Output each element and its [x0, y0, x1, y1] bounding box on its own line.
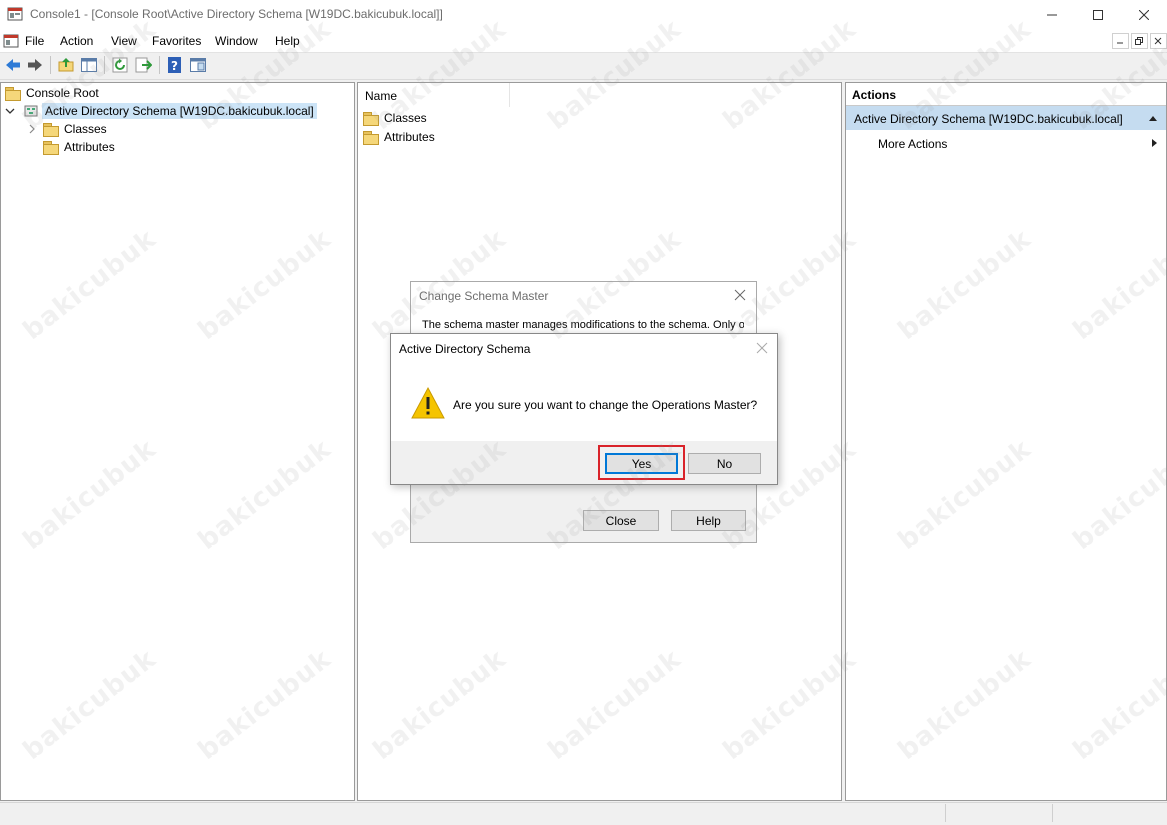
- menu-window[interactable]: Window: [215, 34, 258, 48]
- help-icon[interactable]: ?: [166, 56, 184, 74]
- menu-file[interactable]: File: [25, 34, 44, 48]
- dialog-close-button[interactable]: [730, 286, 750, 304]
- restore-icon: [1135, 37, 1143, 45]
- chevron-right-icon[interactable]: [27, 124, 37, 134]
- chevron-down-icon[interactable]: [5, 106, 15, 116]
- svg-text:?: ?: [171, 59, 178, 73]
- tree-item-attributes[interactable]: Attributes: [43, 138, 115, 156]
- menu-help[interactable]: Help: [275, 34, 300, 48]
- close-icon: [734, 289, 746, 301]
- menu-favorites[interactable]: Favorites: [152, 34, 201, 48]
- menu-action[interactable]: Action: [60, 34, 93, 48]
- status-divider: [1052, 804, 1053, 822]
- no-button[interactable]: No: [688, 453, 761, 474]
- list-item[interactable]: Attributes: [363, 128, 435, 146]
- folder-icon: [5, 86, 21, 101]
- mdi-close-button[interactable]: [1150, 33, 1167, 49]
- close-icon: [1154, 37, 1162, 45]
- tree-item-console-root[interactable]: Console Root: [5, 84, 99, 102]
- maximize-button[interactable]: [1075, 0, 1121, 30]
- list-item-label: Attributes: [384, 130, 435, 144]
- folder-icon: [43, 140, 59, 155]
- refresh-icon[interactable]: [111, 56, 129, 74]
- dialog-close-button[interactable]: [753, 339, 771, 357]
- tree-item-label: Attributes: [64, 140, 115, 154]
- folder-icon: [363, 130, 379, 145]
- tree-item-schema[interactable]: Active Directory Schema [W19DC.bakicubuk…: [5, 102, 317, 120]
- list-item[interactable]: Classes: [363, 109, 427, 127]
- minimize-icon: [1047, 14, 1057, 16]
- console-tree-pane: Console Root Active Directory Schema [W1…: [0, 82, 355, 801]
- actions-header-label: Actions: [852, 88, 897, 102]
- back-icon[interactable]: [4, 56, 22, 74]
- schema-icon: [24, 105, 38, 117]
- toolbar-separator: [50, 56, 51, 74]
- dialog-description: The schema master manages modifications …: [422, 319, 744, 331]
- show-hide-tree-icon[interactable]: [80, 56, 98, 74]
- collapse-up-icon[interactable]: [1148, 114, 1158, 122]
- maximize-icon: [1093, 10, 1103, 20]
- actions-section-label: Active Directory Schema [W19DC.bakicubuk…: [854, 112, 1123, 126]
- toolbar-separator: [159, 56, 160, 74]
- actions-section-header[interactable]: Active Directory Schema [W19DC.bakicubuk…: [846, 106, 1166, 130]
- minimize-button[interactable]: [1029, 0, 1075, 30]
- tree-item-label: Console Root: [26, 86, 99, 100]
- actions-header: Actions: [846, 83, 1166, 106]
- close-button[interactable]: Close: [583, 510, 659, 531]
- folder-icon: [43, 122, 59, 137]
- dialog-title: Active Directory Schema: [399, 342, 531, 356]
- column-header-name[interactable]: Name: [358, 83, 510, 107]
- menu-view[interactable]: View: [111, 34, 137, 48]
- actions-pane: Actions Active Directory Schema [W19DC.b…: [845, 82, 1167, 801]
- tree-item-label: Active Directory Schema [W19DC.bakicubuk…: [42, 103, 317, 119]
- help-button[interactable]: Help: [671, 510, 746, 531]
- close-icon: [1139, 10, 1149, 20]
- properties-pane-icon[interactable]: [189, 56, 207, 74]
- system-menu-icon[interactable]: [3, 33, 19, 49]
- close-window-button[interactable]: [1121, 0, 1167, 30]
- more-actions-label: More Actions: [878, 137, 948, 151]
- tree-item-classes[interactable]: Classes: [27, 120, 107, 138]
- toolbar-separator: [104, 56, 105, 74]
- list-item-label: Classes: [384, 111, 427, 125]
- tree-item-label: Classes: [64, 122, 107, 136]
- dialog-title: Change Schema Master: [419, 289, 549, 303]
- window-title: Console1 - [Console Root\Active Director…: [30, 7, 443, 21]
- status-bar: [0, 802, 1167, 825]
- yes-button-highlight-box: [598, 445, 685, 480]
- export-icon[interactable]: [134, 56, 152, 74]
- forward-icon[interactable]: [26, 56, 44, 74]
- mdi-restore-button[interactable]: [1131, 33, 1148, 49]
- dialog-message: Are you sure you want to change the Oper…: [453, 398, 758, 412]
- submenu-arrow-icon: [1152, 139, 1157, 147]
- mdi-controls: [1110, 33, 1167, 49]
- mdi-minimize-button[interactable]: [1112, 33, 1129, 49]
- more-actions-item[interactable]: More Actions: [846, 132, 1166, 154]
- mmc-console-icon: [7, 7, 23, 21]
- up-folder-icon[interactable]: [57, 56, 75, 74]
- status-divider: [945, 804, 946, 822]
- minimize-icon: [1117, 42, 1123, 44]
- column-header-label: Name: [365, 89, 398, 103]
- warning-icon: [411, 386, 445, 419]
- close-icon: [756, 342, 768, 354]
- folder-icon: [363, 111, 379, 126]
